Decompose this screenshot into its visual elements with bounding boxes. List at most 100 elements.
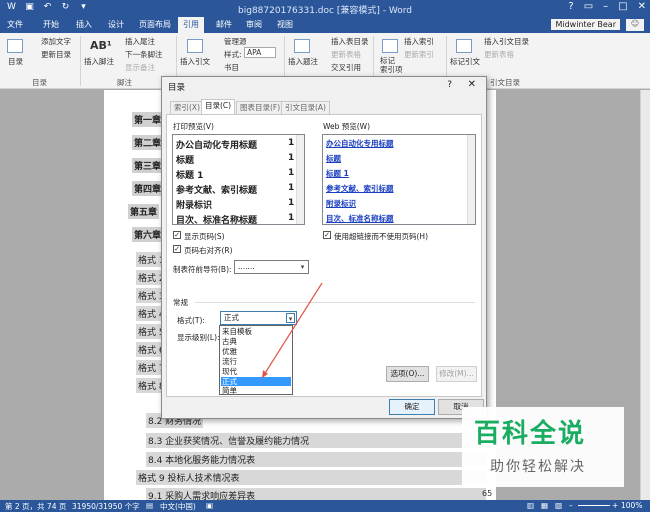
align-right-checkbox[interactable]: ✓ xyxy=(173,245,181,253)
preview-page-number: 1 xyxy=(288,198,295,208)
modify-button[interactable]: 修改(M)... xyxy=(436,366,477,382)
preview-entry: 目次、标准名称标题 xyxy=(176,216,258,225)
insert-citation-icon[interactable] xyxy=(187,39,203,53)
update-toa-button[interactable]: 更新表格 xyxy=(484,49,514,60)
dialog-help-button[interactable]: ? xyxy=(447,80,452,90)
toc-button[interactable]: 目录 xyxy=(8,56,23,67)
insert-citation-button[interactable]: 插入引文 xyxy=(180,56,210,67)
web-preview-scrollbar[interactable] xyxy=(467,135,475,224)
tab-design[interactable]: 设计 xyxy=(103,17,129,33)
format-option[interactable]: 流行 xyxy=(221,357,291,366)
print-preview-box: 办公自动化专用标题 标题 标题 1 参考文献、索引标题 附录标识 目次、标准名称… xyxy=(172,134,305,225)
formats-dropdown[interactable]: 正式 ▾ xyxy=(220,311,297,325)
insert-caption-button[interactable]: 插入题注 xyxy=(288,56,318,67)
format-option-selected[interactable]: 正式 xyxy=(221,377,291,386)
close-icon[interactable]: ✕ xyxy=(638,1,646,12)
mark-entry-icon[interactable] xyxy=(382,39,398,53)
insert-toa-button[interactable]: 插入引文目录 xyxy=(484,36,529,47)
use-hyperlinks-checkbox[interactable]: ✓ xyxy=(323,231,331,239)
zoom-slider[interactable] xyxy=(578,505,610,506)
toc-tab-panel: 打印预览(V) 办公自动化专用标题 标题 标题 1 参考文献、索引标题 附录标识… xyxy=(166,114,482,397)
tab-references[interactable]: 引用 xyxy=(178,17,204,33)
preview-scrollbar[interactable] xyxy=(296,135,304,224)
update-table-button[interactable]: 更新表格 xyxy=(331,49,361,60)
group-label-toc: 目录 xyxy=(32,78,47,87)
update-index-button[interactable]: 更新索引 xyxy=(404,49,434,60)
page-indicator[interactable]: 第 2 页，共 74 页 xyxy=(5,501,66,512)
status-bar: 第 2 页，共 74 页 31950/31950 个字 ▤ 中文(中国) ▣ ▥… xyxy=(0,500,650,512)
dialog-title: 目录 xyxy=(168,83,186,93)
formats-dropdown-list[interactable]: 来自模板 古典 优雅 流行 现代 正式 简单 xyxy=(219,325,293,395)
ribbon-display-icon[interactable]: ▭ xyxy=(584,1,593,12)
chevron-down-icon: ▾ xyxy=(300,263,305,271)
mark-citation-icon[interactable] xyxy=(456,39,472,53)
update-toc-button[interactable]: 更新目录 xyxy=(41,49,71,60)
language-indicator[interactable]: 中文(中国) xyxy=(160,501,196,512)
print-preview-label: 打印预览(V) xyxy=(173,122,214,131)
tab-view[interactable]: 视图 xyxy=(272,17,298,33)
cross-reference-button[interactable]: 交叉引用 xyxy=(331,62,361,73)
format-option[interactable]: 现代 xyxy=(221,367,291,376)
help-icon[interactable]: ? xyxy=(568,1,573,12)
show-notes-button[interactable]: 显示备注 xyxy=(125,62,155,73)
zoom-out-icon[interactable]: – xyxy=(569,501,573,510)
insert-caption-icon[interactable] xyxy=(294,39,310,53)
tab-leader-value: ....... xyxy=(238,262,255,271)
tab-review[interactable]: 审阅 xyxy=(241,17,267,33)
insert-footnote-button[interactable]: 插入脚注 xyxy=(84,56,114,67)
tab-home[interactable]: 开始 xyxy=(38,17,64,33)
style-dropdown[interactable]: APA xyxy=(244,47,277,58)
insert-index-button[interactable]: 插入索引 xyxy=(404,36,434,47)
user-name[interactable]: Midwinter Bear xyxy=(551,19,620,30)
web-preview-link[interactable]: 标题 xyxy=(326,153,341,164)
web-preview-link[interactable]: 目次、标准名称标题 xyxy=(326,213,394,224)
print-layout-icon[interactable]: ▦ xyxy=(541,501,548,510)
record-macro-icon[interactable]: ▣ xyxy=(206,501,213,510)
next-footnote-button[interactable]: 下一条脚注 xyxy=(125,49,163,60)
format-option[interactable]: 古典 xyxy=(221,337,291,346)
format-option[interactable]: 简单 xyxy=(221,386,291,395)
preview-entry: 参考文献、索引标题 xyxy=(176,186,258,196)
format-option[interactable]: 来自模板 xyxy=(221,327,291,336)
table-of-contents-icon[interactable] xyxy=(7,39,23,53)
smiley-icon[interactable]: ☺ xyxy=(626,19,644,31)
web-preview-link[interactable]: 标题 1 xyxy=(326,168,349,179)
web-layout-icon[interactable]: ▧ xyxy=(555,501,562,510)
tab-leader-dropdown[interactable]: ....... ▾ xyxy=(234,260,309,274)
web-preview-link[interactable]: 附录标识 xyxy=(326,198,356,209)
tab-mailings[interactable]: 邮件 xyxy=(211,17,237,33)
format-option[interactable]: 优雅 xyxy=(221,347,291,356)
zoom-level[interactable]: 100% xyxy=(621,501,642,510)
mark-citation-button[interactable]: 标记引文 xyxy=(450,56,480,67)
manage-sources-button[interactable]: 管理源 xyxy=(224,36,247,47)
zoom-in-icon[interactable]: + xyxy=(612,501,618,510)
tab-index[interactable]: 索引(X) xyxy=(170,101,204,114)
tab-page-layout[interactable]: 页面布局 xyxy=(134,17,176,33)
word-count[interactable]: 31950/31950 个字 xyxy=(72,501,140,512)
options-button[interactable]: 选项(O)... xyxy=(386,366,429,382)
vertical-scrollbar[interactable] xyxy=(640,90,650,500)
tab-file[interactable]: 文件 xyxy=(0,17,30,33)
read-mode-icon[interactable]: ▥ xyxy=(527,501,534,510)
tab-table-of-authorities[interactable]: 引文目录(A) xyxy=(281,101,330,114)
insert-endnote-button[interactable]: 插入尾注 xyxy=(125,36,155,47)
show-page-numbers-checkbox[interactable]: ✓ xyxy=(173,231,181,239)
bibliography-button[interactable]: 书目 xyxy=(224,62,239,73)
web-preview-link[interactable]: 参考文献、索引标题 xyxy=(326,183,394,194)
proofing-icon[interactable]: ▤ xyxy=(146,501,153,510)
mark-entry-button[interactable]: 标记 索引项 xyxy=(380,56,403,74)
tab-insert[interactable]: 插入 xyxy=(71,17,97,33)
ok-button[interactable]: 确定 xyxy=(389,399,435,415)
toc-heading-1: 第四章 xyxy=(132,181,164,196)
dialog-close-button[interactable]: ✕ xyxy=(468,79,476,90)
insert-table-of-figures-button[interactable]: 插入表目录 xyxy=(331,36,369,47)
formats-label: 格式(T): xyxy=(177,316,205,325)
group-label-toa: 引文目录 xyxy=(490,78,520,87)
tab-table-of-contents[interactable]: 目录(C) xyxy=(201,99,236,114)
add-text-button[interactable]: 添加文字 xyxy=(41,36,71,47)
maximize-icon[interactable]: □ xyxy=(618,1,627,12)
chevron-down-icon: ▾ xyxy=(286,313,295,323)
tab-table-of-figures[interactable]: 图表目录(F) xyxy=(236,101,285,114)
web-preview-link[interactable]: 办公自动化专用标题 xyxy=(326,138,394,149)
minimize-icon[interactable]: – xyxy=(603,1,608,12)
